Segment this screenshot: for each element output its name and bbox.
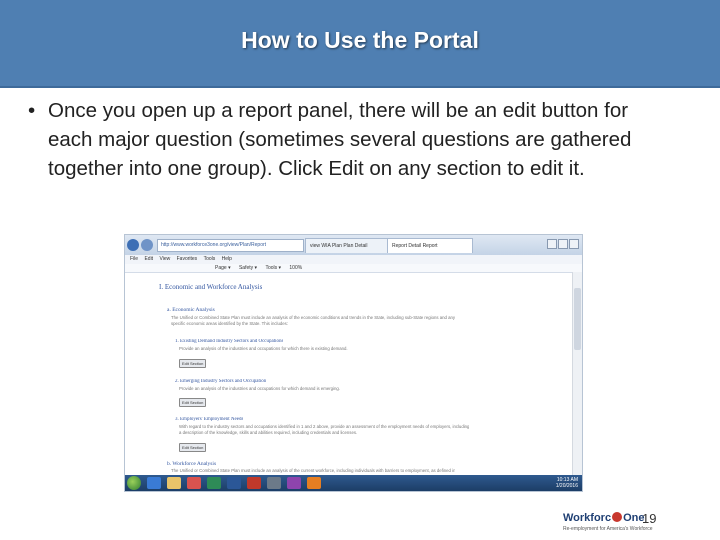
app-icon[interactable] xyxy=(307,477,321,489)
logo-tagline: Re-employment for America's Workforce xyxy=(563,526,653,532)
ie-icon[interactable] xyxy=(147,477,161,489)
bullet-marker: • xyxy=(28,99,36,122)
item-2-text: Provide an analysis of the industries an… xyxy=(179,386,340,391)
logo-text-pre: Workforc xyxy=(563,512,612,524)
browser-screenshot: http://www.workforce3one.org/view/Plan/R… xyxy=(124,234,583,492)
item-3-text: With regard to the industry sectors and … xyxy=(179,424,470,429)
forward-icon[interactable] xyxy=(141,239,153,251)
media-icon[interactable] xyxy=(187,477,201,489)
menu-view[interactable]: View xyxy=(159,256,170,262)
menu-file[interactable]: File xyxy=(130,256,138,262)
subsection-a-text: The Unified or Combined State Plan must … xyxy=(171,315,456,320)
gear-icon[interactable] xyxy=(569,239,579,249)
folder-icon[interactable] xyxy=(167,477,181,489)
clock-date: 1/20/2016 xyxy=(555,483,578,489)
item-2-title: 2. Emerging Industry Sectors and Occupat… xyxy=(175,379,267,384)
item-3-text: a description of the knowledge, skills a… xyxy=(179,430,358,435)
bullet-item: • Once you open up a report panel, there… xyxy=(28,96,668,183)
app-icon[interactable] xyxy=(267,477,281,489)
menu-tools[interactable]: Tools xyxy=(204,256,216,262)
item-1-text: Provide an analysis of the industries an… xyxy=(179,346,348,351)
favorites-icon[interactable] xyxy=(558,239,568,249)
item-1-title: 1. Existing Demand Industry Sectors and … xyxy=(175,339,284,344)
scrollbar[interactable] xyxy=(572,272,582,475)
browser-menu-bar: File Edit View Favorites Tools Help xyxy=(125,255,582,264)
scrollbar-thumb[interactable] xyxy=(574,288,581,350)
item-3-title: 3. Employers' Employment Needs xyxy=(175,417,244,422)
start-button-icon[interactable] xyxy=(127,476,141,490)
excel-icon[interactable] xyxy=(207,477,221,489)
toolbar-tools[interactable]: Tools ▾ xyxy=(265,265,281,271)
title-bar: How to Use the Portal xyxy=(0,0,720,88)
logo-mark-icon xyxy=(612,512,623,522)
address-bar[interactable]: http://www.workforce3one.org/view/Plan/R… xyxy=(157,239,304,252)
browser-toolbar: Page ▾ Safety ▾ Tools ▾ 100% xyxy=(125,264,582,273)
browser-titlebar: http://www.workforce3one.org/view/Plan/R… xyxy=(125,235,582,255)
edit-section-button[interactable]: Edit Section xyxy=(179,359,207,368)
taskbar: 10:13 AM 1/20/2016 xyxy=(125,475,582,491)
subsection-b-text: The Unified or Combined State Plan must … xyxy=(171,468,456,473)
workforce-one-logo: Workforc One xyxy=(563,512,645,524)
toolbar-safety[interactable]: Safety ▾ xyxy=(239,265,257,271)
app-icon[interactable] xyxy=(287,477,301,489)
slide-title: How to Use the Portal xyxy=(241,27,479,53)
back-icon[interactable] xyxy=(127,239,139,251)
browser-tab-active[interactable]: Report Detail Report xyxy=(387,238,473,253)
bullet-text: Once you open up a report panel, there w… xyxy=(48,99,632,180)
subsection-a-text: specific economic areas identified by th… xyxy=(171,321,288,326)
menu-edit[interactable]: Edit xyxy=(144,256,153,262)
word-icon[interactable] xyxy=(227,477,241,489)
section-title: I. Economic and Workforce Analysis xyxy=(159,283,263,291)
home-icon[interactable] xyxy=(547,239,557,249)
toolbar-page[interactable]: Page ▾ xyxy=(215,265,231,271)
toolbar-zoom[interactable]: 100% xyxy=(289,265,302,271)
page-number: 19 xyxy=(642,511,657,526)
menu-help[interactable]: Help xyxy=(222,256,232,262)
subsection-a-title: a. Economic Analysis xyxy=(167,307,215,313)
powerpoint-icon[interactable] xyxy=(247,477,261,489)
browser-tab[interactable]: view WIA Plan Plan Detail xyxy=(305,238,389,253)
edit-section-button[interactable]: Edit Section xyxy=(179,398,207,407)
menu-favorites[interactable]: Favorites xyxy=(177,256,198,262)
subsection-b-title: b. Workforce Analysis xyxy=(167,461,217,467)
edit-section-button[interactable]: Edit Section xyxy=(179,443,207,452)
taskbar-clock: 10:13 AM 1/20/2016 xyxy=(556,477,578,489)
